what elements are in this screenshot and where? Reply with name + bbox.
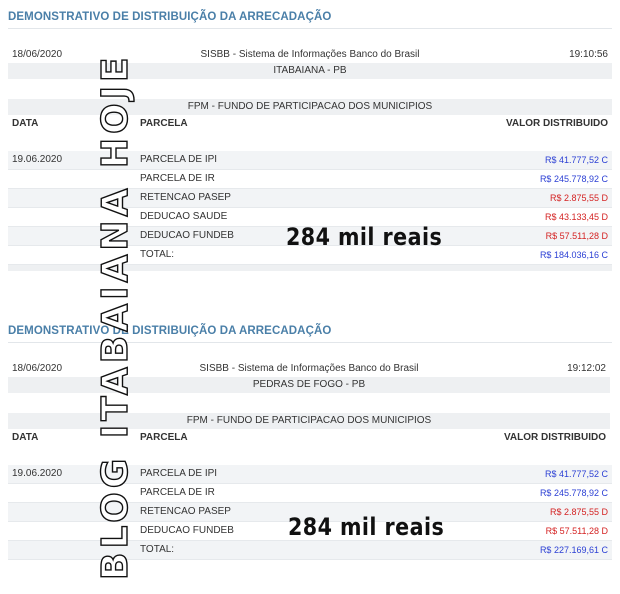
row-value: R$ 245.778,92 C bbox=[539, 174, 608, 184]
row-value: R$ 41.777,52 C bbox=[544, 469, 608, 479]
row-parcel: RETENCAO PASEP bbox=[140, 506, 231, 517]
row-parcel: PARCELA DE IR bbox=[140, 487, 215, 498]
overlay-amount-1: 284 mil reais bbox=[286, 223, 443, 251]
row-parcel: TOTAL: bbox=[140, 249, 175, 260]
row-parcel: RETENCAO PASEP bbox=[140, 192, 231, 203]
col-value: VALOR DISTRIBUIDO bbox=[505, 118, 608, 129]
col-parcel: PARCELA bbox=[140, 118, 188, 129]
row-parcel: PARCELA DE IPI bbox=[140, 468, 218, 479]
row-value: R$ 57.511,28 D bbox=[545, 526, 608, 536]
row-parcel: TOTAL: bbox=[140, 544, 175, 555]
col-value: VALOR DISTRIBUIDO bbox=[503, 432, 606, 443]
col-parcel: PARCELA bbox=[140, 432, 188, 443]
row-value: R$ 227.169,61 C bbox=[539, 545, 608, 555]
col-date: DATA bbox=[12, 118, 39, 129]
row-date: 19.06.2020 bbox=[12, 468, 63, 479]
row-value: R$ 2.875,55 D bbox=[549, 507, 608, 517]
report-title: DEMONSTRATIVO DE DISTRIBUIÇÃO DA ARRECAD… bbox=[8, 6, 612, 29]
col-date: DATA bbox=[12, 432, 39, 443]
row-parcel: PARCELA DE IR bbox=[140, 173, 215, 184]
row-parcel: DEDUCAO SAUDE bbox=[140, 211, 228, 222]
row-value: R$ 184.036,16 C bbox=[539, 250, 608, 260]
row-parcel: DEDUCAO FUNDEB bbox=[140, 230, 234, 241]
row-parcel: PARCELA DE IPI bbox=[140, 154, 218, 165]
report-time: 19:10:56 bbox=[569, 49, 608, 60]
blog-watermark: BLOG ITABAIANA HOJE bbox=[94, 53, 136, 581]
row-date: 19.06.2020 bbox=[12, 154, 63, 165]
overlay-amount-2: 284 mil reais bbox=[288, 513, 445, 541]
row-value: R$ 245.778,92 C bbox=[539, 488, 608, 498]
row-value: R$ 43.133,45 D bbox=[544, 212, 608, 222]
row-value: R$ 57.511,28 D bbox=[545, 231, 608, 241]
row-value: R$ 2.875,55 D bbox=[549, 193, 608, 203]
row-parcel: DEDUCAO FUNDEB bbox=[140, 525, 234, 536]
report-time: 19:12:02 bbox=[567, 363, 606, 374]
row-value: R$ 41.777,52 C bbox=[544, 155, 608, 165]
